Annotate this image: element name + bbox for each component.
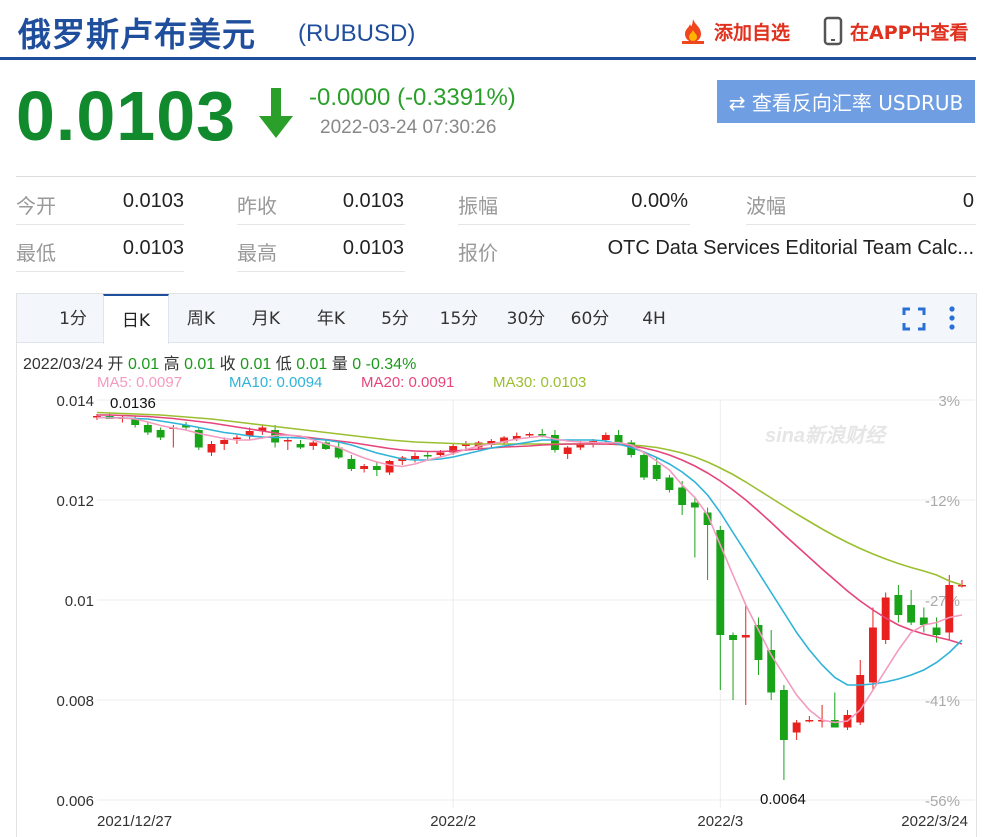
info-vol-label: 量 xyxy=(331,356,348,373)
low-label: 最低 xyxy=(16,241,56,265)
range-label: 波幅 xyxy=(746,194,786,218)
prev-close-label: 昨收 xyxy=(237,194,277,218)
info-vol: 0 xyxy=(352,356,362,373)
tab-4h[interactable]: 4H xyxy=(634,294,674,342)
reverse-rate-button[interactable]: ⇄ 查看反向汇率 USDRUB xyxy=(717,80,975,123)
more-icon[interactable] xyxy=(947,305,957,331)
info-date: 2022/03/24 xyxy=(23,356,104,373)
info-close-label: 收 xyxy=(219,356,236,373)
add-favorite-button[interactable]: 添加自选 xyxy=(678,16,790,46)
stats-table: 今开 0.0103 昨收 0.0103 振幅 0.00% 波幅 0 最低 0.0… xyxy=(16,178,976,272)
tab-1min[interactable]: 1分 xyxy=(54,294,92,342)
stats-row: 最低 0.0103 最高 0.0103 报价 OTC Data Services… xyxy=(16,225,976,272)
header-divider xyxy=(0,57,976,60)
quote-source-label: 报价 xyxy=(458,241,498,265)
tab-5min[interactable]: 5分 xyxy=(374,294,416,342)
info-low: 0.01 xyxy=(296,356,328,373)
phone-icon xyxy=(823,16,843,46)
price-change: -0.0000 (-0.3391%) xyxy=(309,84,516,111)
info-open: 0.01 xyxy=(128,356,160,373)
tab-30min[interactable]: 30分 xyxy=(501,294,551,342)
ma10-legend: MA10: 0.0094 xyxy=(229,374,323,391)
tab-daily[interactable]: 日K xyxy=(103,294,169,344)
tab-yearly[interactable]: 年K xyxy=(310,294,352,342)
view-in-app-button[interactable]: 在APP中查看 xyxy=(822,16,969,46)
ma5-legend: MA5: 0.0097 xyxy=(97,374,183,391)
amplitude-label: 振幅 xyxy=(458,194,498,218)
fire-icon xyxy=(682,19,704,44)
tab-15min[interactable]: 15分 xyxy=(434,294,484,342)
fullscreen-icon[interactable] xyxy=(902,307,926,331)
period-tabs: 1分 日K 周K 月K 年K 5分 15分 30分 60分 4H xyxy=(17,294,976,344)
ohlc-info: 2022/03/24 开 0.01 高 0.01 收 0.01 低 0.01 量… xyxy=(23,350,416,374)
info-high-label: 高 xyxy=(163,356,180,373)
info-high: 0.01 xyxy=(184,356,216,373)
add-favorite-label: 添加自选 xyxy=(714,21,791,44)
view-in-app-label: 在APP中查看 xyxy=(850,21,969,44)
high-label: 最高 xyxy=(237,241,277,265)
currency-code: (RUBUSD) xyxy=(298,20,416,47)
tab-monthly[interactable]: 月K xyxy=(245,294,287,342)
open-label: 今开 xyxy=(16,194,56,218)
high-value: 0.0103 xyxy=(342,237,404,259)
down-arrow-icon xyxy=(259,88,293,138)
stats-divider xyxy=(16,176,976,177)
quote-source-value: OTC Data Services Editorial Team Calc... xyxy=(607,237,974,259)
low-value: 0.0103 xyxy=(122,237,184,259)
open-value: 0.0103 xyxy=(122,190,184,212)
header: 俄罗斯卢布美元 (RUBUSD) 添加自选 在APP中查看 xyxy=(0,0,1000,60)
prev-close-value: 0.0103 xyxy=(342,190,404,212)
info-close: 0.01 xyxy=(240,356,272,373)
tab-60min[interactable]: 60分 xyxy=(565,294,615,342)
stats-row: 今开 0.0103 昨收 0.0103 振幅 0.00% 波幅 0 xyxy=(16,178,976,225)
tab-weekly[interactable]: 周K xyxy=(180,294,222,342)
ma20-legend: MA20: 0.0091 xyxy=(361,374,455,391)
info-low-label: 低 xyxy=(275,356,292,373)
quote-time: 2022-03-24 07:30:26 xyxy=(320,117,497,138)
range-value: 0 xyxy=(962,190,974,212)
amplitude-value: 0.00% xyxy=(631,190,688,212)
chart-panel: 1分 日K 周K 月K 年K 5分 15分 30分 60分 4H 2022/03… xyxy=(16,293,977,837)
info-open-label: 开 xyxy=(107,356,124,373)
current-price: 0.0103 xyxy=(16,77,237,155)
ma30-legend: MA30: 0.0103 xyxy=(493,374,587,391)
page-title: 俄罗斯卢布美元 xyxy=(18,15,256,54)
info-pct: -0.34% xyxy=(365,356,417,373)
